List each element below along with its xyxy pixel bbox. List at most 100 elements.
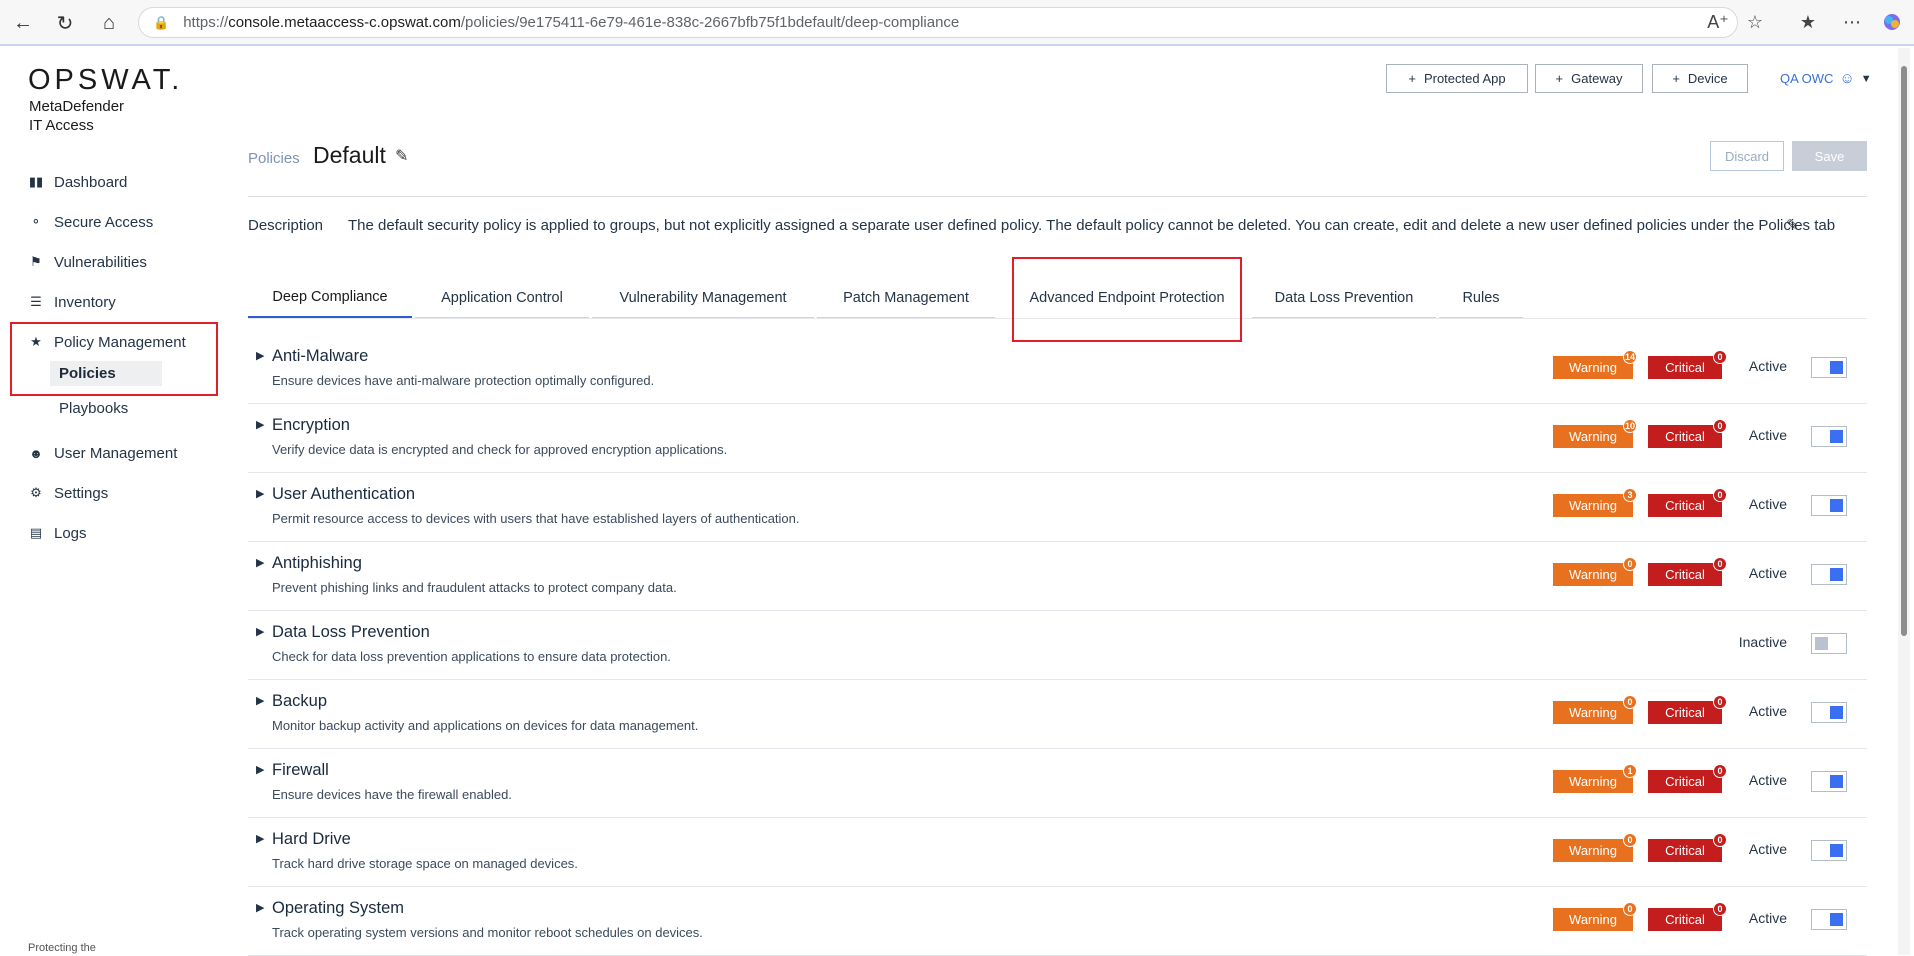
policy-row[interactable]: ▶ Backup Monitor backup activity and appli…: [248, 680, 1867, 749]
expand-caret-icon[interactable]: ▶: [256, 832, 264, 845]
critical-count: 0: [1713, 764, 1727, 778]
breadcrumb-policies[interactable]: Policies: [248, 150, 300, 167]
sidebar-item-inventory[interactable]: ☰ Inventory: [28, 289, 116, 315]
policy-row[interactable]: ▶ Operating System Track operating system …: [248, 887, 1867, 956]
back-icon[interactable]: ←: [10, 10, 36, 36]
expand-caret-icon[interactable]: ▶: [256, 349, 264, 362]
pencil-icon[interactable]: ✎: [395, 146, 408, 166]
active-toggle[interactable]: [1811, 909, 1847, 930]
divider: [248, 196, 1867, 197]
users-icon: ☻: [29, 445, 43, 461]
tab-vulnerability-management[interactable]: Vulnerability Management: [592, 278, 814, 318]
address-bar[interactable]: 🔒 https://console.metaaccess-c.opswat.co…: [138, 7, 1738, 38]
scrollbar-thumb[interactable]: [1901, 66, 1907, 636]
warning-badge[interactable]: Warning: [1553, 908, 1633, 931]
favorites-list-icon[interactable]: ★: [1796, 10, 1820, 34]
warning-badge[interactable]: Warning: [1553, 425, 1633, 448]
warning-badge[interactable]: Warning: [1553, 770, 1633, 793]
policy-description: Ensure devices have anti-malware protect…: [272, 373, 655, 388]
sidebar-subitem-playbooks[interactable]: Playbooks: [59, 400, 128, 417]
active-toggle[interactable]: [1811, 633, 1847, 654]
warning-badge[interactable]: Warning: [1553, 563, 1633, 586]
product-name-line2: IT Access: [29, 117, 94, 134]
product-name-line1: MetaDefender: [29, 98, 125, 115]
policy-name: Hard Drive: [272, 830, 351, 848]
policy-row[interactable]: ▶ Hard Drive Track hard drive storage spac…: [248, 818, 1867, 887]
warning-badge[interactable]: Warning: [1553, 356, 1633, 379]
sidebar-item-user-management[interactable]: ☻ User Management: [28, 440, 177, 466]
toggle-knob: [1830, 430, 1843, 443]
tab-rules[interactable]: Rules: [1439, 278, 1523, 318]
user-menu[interactable]: QA OWC ☺ ▼: [1780, 70, 1872, 87]
warning-badge[interactable]: Warning: [1553, 701, 1633, 724]
discard-button[interactable]: Discard: [1710, 141, 1784, 171]
home-icon[interactable]: ⌂: [96, 10, 122, 36]
tab-data-loss-prevention[interactable]: Data Loss Prevention: [1252, 278, 1436, 318]
warning-badge[interactable]: Warning: [1553, 839, 1633, 862]
sidebar-item-logs[interactable]: ▤ Logs: [28, 520, 87, 546]
active-toggle[interactable]: [1811, 840, 1847, 861]
url-host: console.metaaccess-c.opswat.com: [228, 14, 461, 31]
active-toggle[interactable]: [1811, 426, 1847, 447]
sidebar-item-settings[interactable]: ⚙ Settings: [28, 480, 108, 506]
critical-count: 0: [1713, 419, 1727, 433]
warning-count: 0: [1623, 833, 1637, 847]
warning-badge[interactable]: Warning: [1553, 494, 1633, 517]
add-gateway-button[interactable]: + Gateway: [1535, 64, 1643, 93]
save-button[interactable]: Save: [1792, 141, 1867, 171]
more-menu-icon[interactable]: ⋯: [1840, 10, 1864, 34]
policy-row[interactable]: ▶ Encryption Verify device data is encrypt…: [248, 404, 1867, 473]
policy-description: Track operating system versions and moni…: [272, 925, 703, 940]
sidebar-footer-text: Protecting the: [28, 942, 96, 954]
tab-deep-compliance[interactable]: Deep Compliance: [248, 278, 412, 318]
expand-caret-icon[interactable]: ▶: [256, 418, 264, 431]
expand-caret-icon[interactable]: ▶: [256, 694, 264, 707]
critical-badge[interactable]: Critical: [1648, 839, 1722, 862]
critical-badge[interactable]: Critical: [1648, 563, 1722, 586]
url-prefix: https://: [183, 14, 229, 31]
sidebar-item-secure-access[interactable]: ⚬ Secure Access: [28, 209, 154, 235]
critical-count: 0: [1713, 350, 1727, 364]
critical-badge[interactable]: Critical: [1648, 494, 1722, 517]
warning-count: 14: [1623, 350, 1637, 364]
tab-application-control[interactable]: Application Control: [415, 278, 589, 318]
expand-caret-icon[interactable]: ▶: [256, 487, 264, 500]
flag-icon: ⚑: [30, 254, 42, 269]
policy-row[interactable]: ▶ User Authentication Permit resource acce…: [248, 473, 1867, 542]
read-aloud-icon[interactable]: A⁺: [1706, 10, 1730, 34]
policy-status: Active: [1748, 841, 1787, 857]
expand-caret-icon[interactable]: ▶: [256, 901, 264, 914]
policy-name: Antiphishing: [272, 554, 362, 572]
add-device-button[interactable]: + Device: [1652, 64, 1748, 93]
key-icon: ⚬: [30, 214, 42, 229]
reload-icon[interactable]: ↻: [52, 10, 78, 36]
plus-icon: +: [1672, 71, 1680, 86]
active-toggle[interactable]: [1811, 771, 1847, 792]
critical-badge[interactable]: Critical: [1648, 908, 1722, 931]
expand-caret-icon[interactable]: ▶: [256, 556, 264, 569]
policy-row[interactable]: ▶ Data Loss Prevention Check for data loss…: [248, 611, 1867, 680]
edit-description-pencil-icon[interactable]: ✎: [1786, 216, 1799, 234]
expand-caret-icon[interactable]: ▶: [256, 625, 264, 638]
sidebar-item-dashboard[interactable]: ▮▮ Dashboard: [28, 169, 128, 195]
critical-badge[interactable]: Critical: [1648, 425, 1722, 448]
critical-badge[interactable]: Critical: [1648, 701, 1722, 724]
add-protected-app-button[interactable]: + Protected App: [1386, 64, 1528, 93]
expand-caret-icon[interactable]: ▶: [256, 763, 264, 776]
active-toggle[interactable]: [1811, 702, 1847, 723]
policy-row[interactable]: ▶ Firewall Ensure devices have the firewal…: [248, 749, 1867, 818]
sidebar-item-vulnerabilities[interactable]: ⚑ Vulnerabilities: [28, 249, 147, 275]
copilot-icon[interactable]: [1880, 10, 1904, 34]
policy-row[interactable]: ▶ Antiphishing Prevent phishing links and …: [248, 542, 1867, 611]
active-toggle[interactable]: [1811, 495, 1847, 516]
critical-badge[interactable]: Critical: [1648, 356, 1722, 379]
policy-row[interactable]: ▶ Anti-Malware Ensure devices have anti-ma…: [248, 335, 1867, 404]
plus-icon: +: [1555, 71, 1564, 86]
tab-patch-management[interactable]: Patch Management: [817, 278, 995, 318]
active-toggle[interactable]: [1811, 357, 1847, 378]
active-toggle[interactable]: [1811, 564, 1847, 585]
critical-count: 0: [1713, 557, 1727, 571]
favorite-star-icon[interactable]: ☆: [1743, 10, 1767, 34]
policy-description: Track hard drive storage space on manage…: [272, 856, 578, 871]
critical-badge[interactable]: Critical: [1648, 770, 1722, 793]
